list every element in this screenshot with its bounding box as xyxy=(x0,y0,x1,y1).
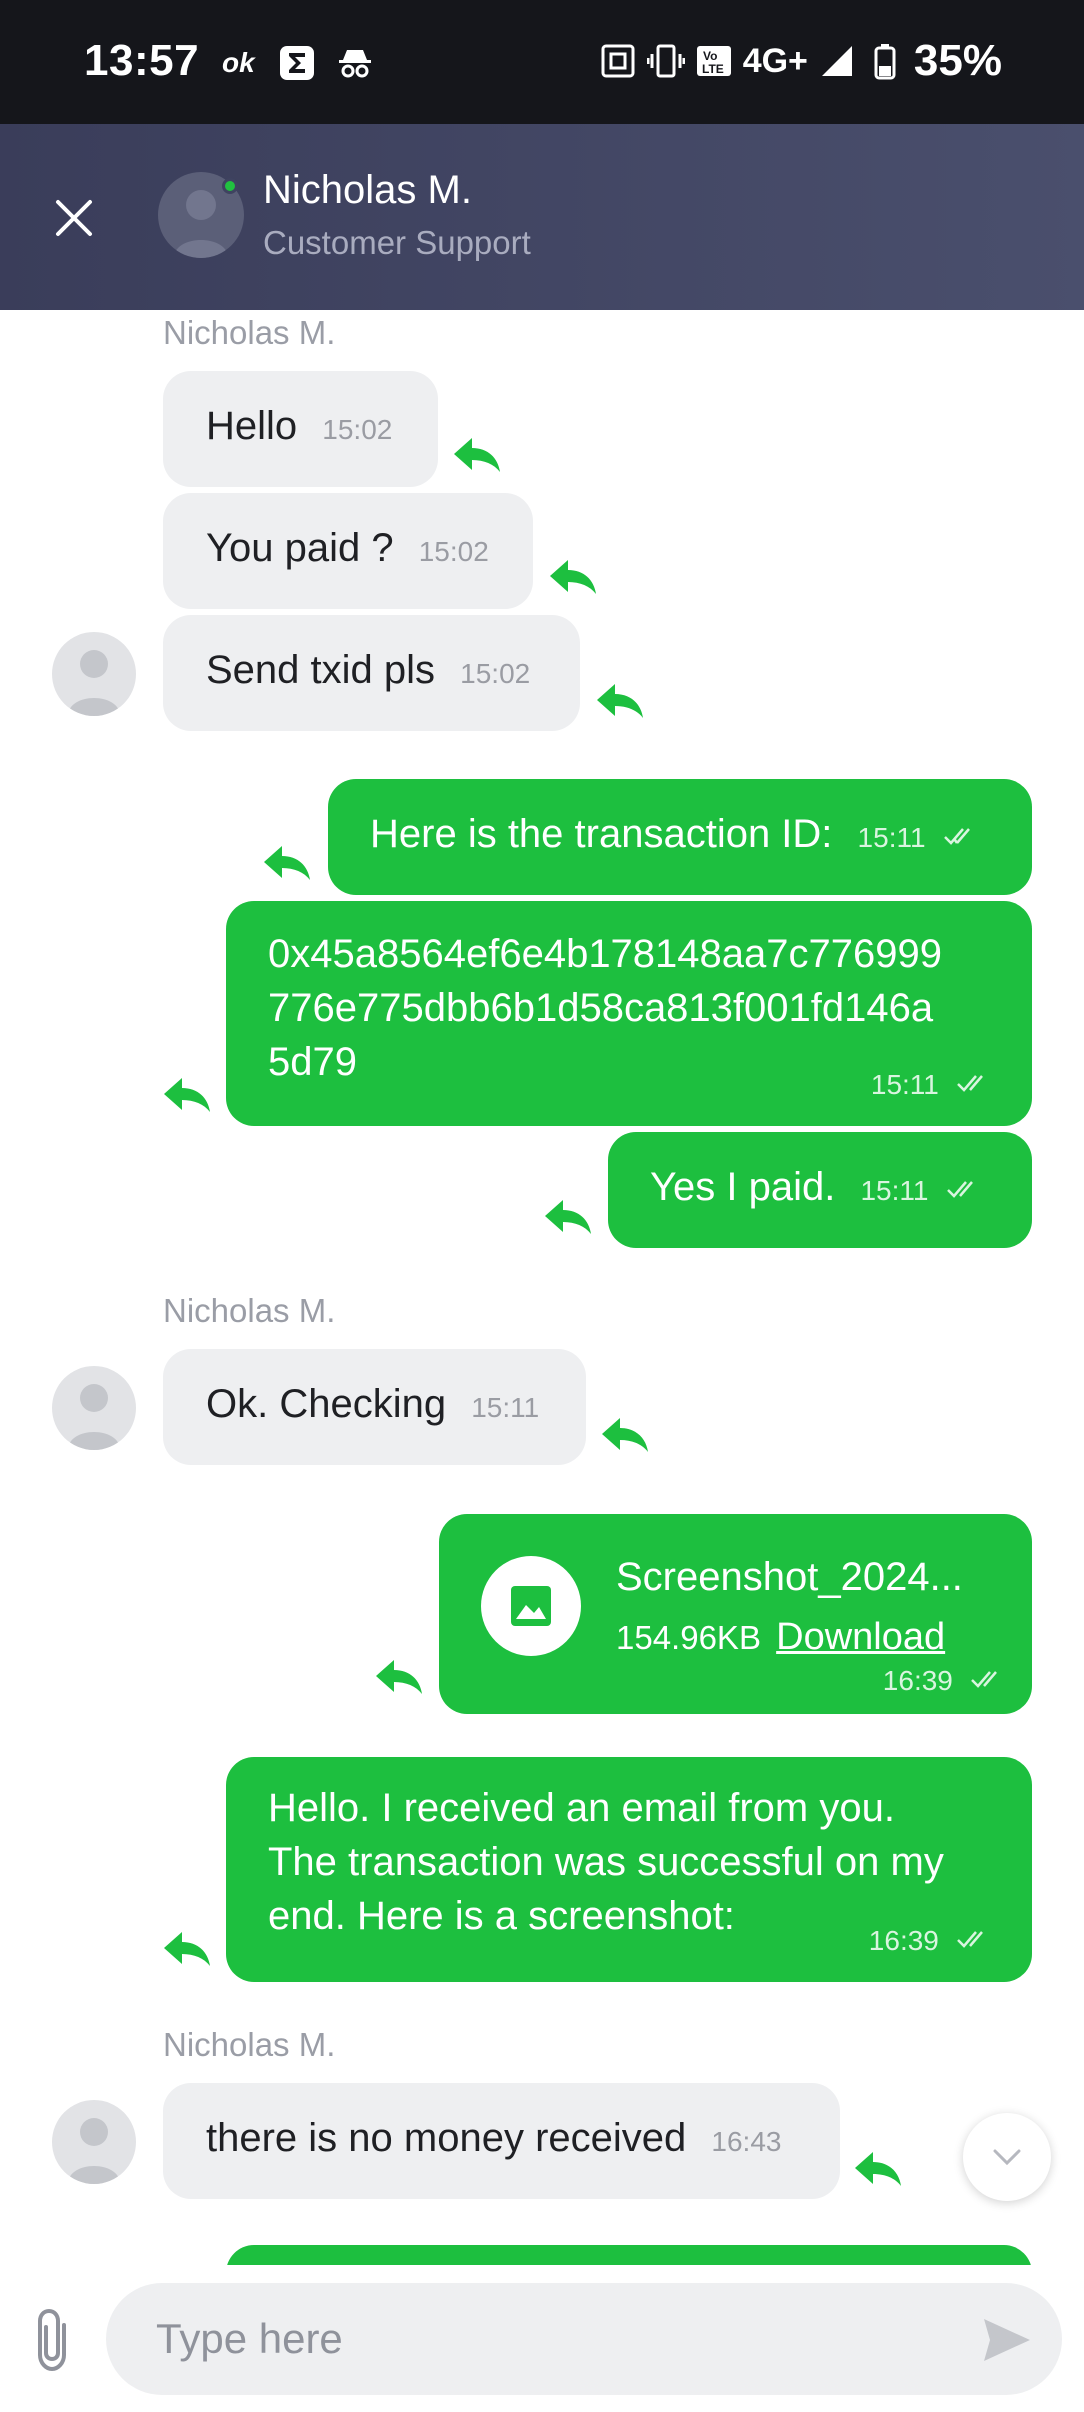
battery-level: 35% xyxy=(913,36,1002,85)
agent-name: Nicholas M. xyxy=(263,168,472,212)
agent-role: Customer Support xyxy=(263,224,531,261)
message-time: 15:11 xyxy=(471,1392,540,1423)
message-time: 15:02 xyxy=(322,414,393,445)
status-left-icons: ok xyxy=(220,44,374,82)
message-input-container xyxy=(106,2283,1062,2395)
download-link[interactable]: Download xyxy=(776,1616,945,1658)
message-bubble-incoming[interactable]: Ok. Checking 15:11 xyxy=(163,1349,586,1465)
send-icon[interactable] xyxy=(982,2317,1032,2363)
online-indicator xyxy=(222,178,238,194)
svg-text:ok: ok xyxy=(222,47,256,78)
svg-text:Vo: Vo xyxy=(703,49,717,63)
ok-icon: ok xyxy=(222,47,256,78)
file-attachment-bubble[interactable]: Screenshot_2024... 154.96KB Download 16:… xyxy=(439,1514,1032,1714)
sigma-icon xyxy=(280,46,314,80)
message-bubble-incoming[interactable]: You paid ? 15:02 xyxy=(163,493,533,609)
person-icon xyxy=(68,650,120,716)
message-text: Send txid pls xyxy=(206,648,436,692)
message-text-line: 776e775dbb6b1d58ca813f001fd146a xyxy=(268,986,934,1030)
image-icon xyxy=(511,1586,551,1626)
reply-icon[interactable] xyxy=(853,2148,903,2188)
read-ticks-icon xyxy=(971,1671,997,1689)
message-bubble-incoming[interactable]: there is no money received 16:43 xyxy=(163,2083,840,2199)
message-time: 15:02 xyxy=(460,658,531,689)
person-icon xyxy=(68,2118,120,2184)
incognito-icon xyxy=(339,50,371,78)
message-text: Here is the transaction ID: xyxy=(370,812,833,856)
reply-icon[interactable] xyxy=(452,434,502,474)
status-right-icons: Vo LTE 4G+ 35% xyxy=(599,36,1002,86)
message-time: 16:39 xyxy=(882,1665,953,1696)
message-composer xyxy=(0,2265,1084,2412)
volte-icon: VoLTE xyxy=(696,46,731,76)
reply-icon[interactable] xyxy=(543,1196,593,1236)
paperclip-icon[interactable] xyxy=(30,2305,80,2375)
message-text-line: The transaction was successful on my xyxy=(268,1840,944,1884)
read-ticks-icon xyxy=(943,828,970,846)
message-bubble-outgoing[interactable]: Yes I paid. 15:11 xyxy=(608,1132,1032,1248)
reply-icon[interactable] xyxy=(374,1656,424,1696)
message-time: 15:11 xyxy=(870,1069,939,1100)
message-time: 15:11 xyxy=(860,1175,929,1206)
message-input[interactable] xyxy=(156,2283,956,2395)
message-text: Yes I paid. xyxy=(650,1165,836,1209)
file-icon-circle xyxy=(481,1556,581,1656)
status-time: 13:57 xyxy=(84,36,200,85)
sender-avatar[interactable] xyxy=(52,632,136,716)
vibrate-icon xyxy=(646,44,685,78)
signal-icon xyxy=(821,46,852,76)
message-bubble-outgoing[interactable]: 0x45a8564ef6e4b178148aa7c776999 776e775d… xyxy=(226,901,1032,1126)
message-bubble-outgoing-partial[interactable] xyxy=(226,2245,1032,2265)
sender-avatar[interactable] xyxy=(52,1366,136,1450)
message-text-line: 0x45a8564ef6e4b178148aa7c776999 xyxy=(268,932,943,976)
scroll-to-bottom-button[interactable] xyxy=(963,2113,1051,2201)
close-button[interactable] xyxy=(44,188,104,248)
status-bar: 13:57 ok Vo LTE 4G+ 35% xyxy=(0,0,1084,124)
message-list: Nicholas M. Hello 15:02 You paid ? 15:02… xyxy=(0,310,1084,2265)
file-name: Screenshot_2024... xyxy=(616,1555,963,1599)
network-type: 4G+ xyxy=(742,41,808,80)
reply-icon[interactable] xyxy=(548,556,598,596)
message-time: 15:02 xyxy=(418,536,489,567)
nfc-icon xyxy=(601,44,635,78)
message-bubble-incoming[interactable]: Hello 15:02 xyxy=(163,371,438,487)
read-ticks-icon xyxy=(957,1931,983,1949)
message-text: Hello xyxy=(206,404,298,448)
svg-text:LTE: LTE xyxy=(702,62,724,76)
chevron-down-icon xyxy=(993,2149,1021,2166)
sender-avatar[interactable] xyxy=(52,2100,136,2184)
message-text: You paid ? xyxy=(206,526,394,570)
battery-icon xyxy=(874,44,896,80)
file-size: 154.96KB xyxy=(616,1619,761,1656)
read-ticks-icon xyxy=(946,1181,973,1199)
message-bubble-outgoing[interactable]: Here is the transaction ID: 15:11 xyxy=(328,779,1032,895)
reply-icon[interactable] xyxy=(262,842,312,882)
person-icon xyxy=(68,1384,120,1450)
message-time: 16:39 xyxy=(868,1925,939,1956)
chat-header: Nicholas M. Customer Support xyxy=(0,124,1084,310)
message-text: there is no money received xyxy=(206,2116,687,2160)
reply-icon[interactable] xyxy=(162,1074,212,1114)
message-time: 16:43 xyxy=(711,2126,782,2157)
sender-name: Nicholas M. xyxy=(163,2026,336,2063)
message-text-line: Hello. I received an email from you. xyxy=(268,1786,895,1830)
message-bubble-outgoing[interactable]: Hello. I received an email from you. The… xyxy=(226,1757,1032,1982)
read-ticks-icon xyxy=(957,1075,983,1093)
reply-icon[interactable] xyxy=(162,1928,212,1968)
message-time: 15:11 xyxy=(857,822,926,853)
reply-icon[interactable] xyxy=(600,1414,650,1454)
message-text: Ok. Checking xyxy=(206,1382,447,1426)
sender-name: Nicholas M. xyxy=(163,1292,336,1329)
sender-name: Nicholas M. xyxy=(163,314,336,351)
message-bubble-incoming[interactable]: Send txid pls 15:02 xyxy=(163,615,580,731)
close-icon xyxy=(56,200,92,236)
reply-icon[interactable] xyxy=(595,680,645,720)
